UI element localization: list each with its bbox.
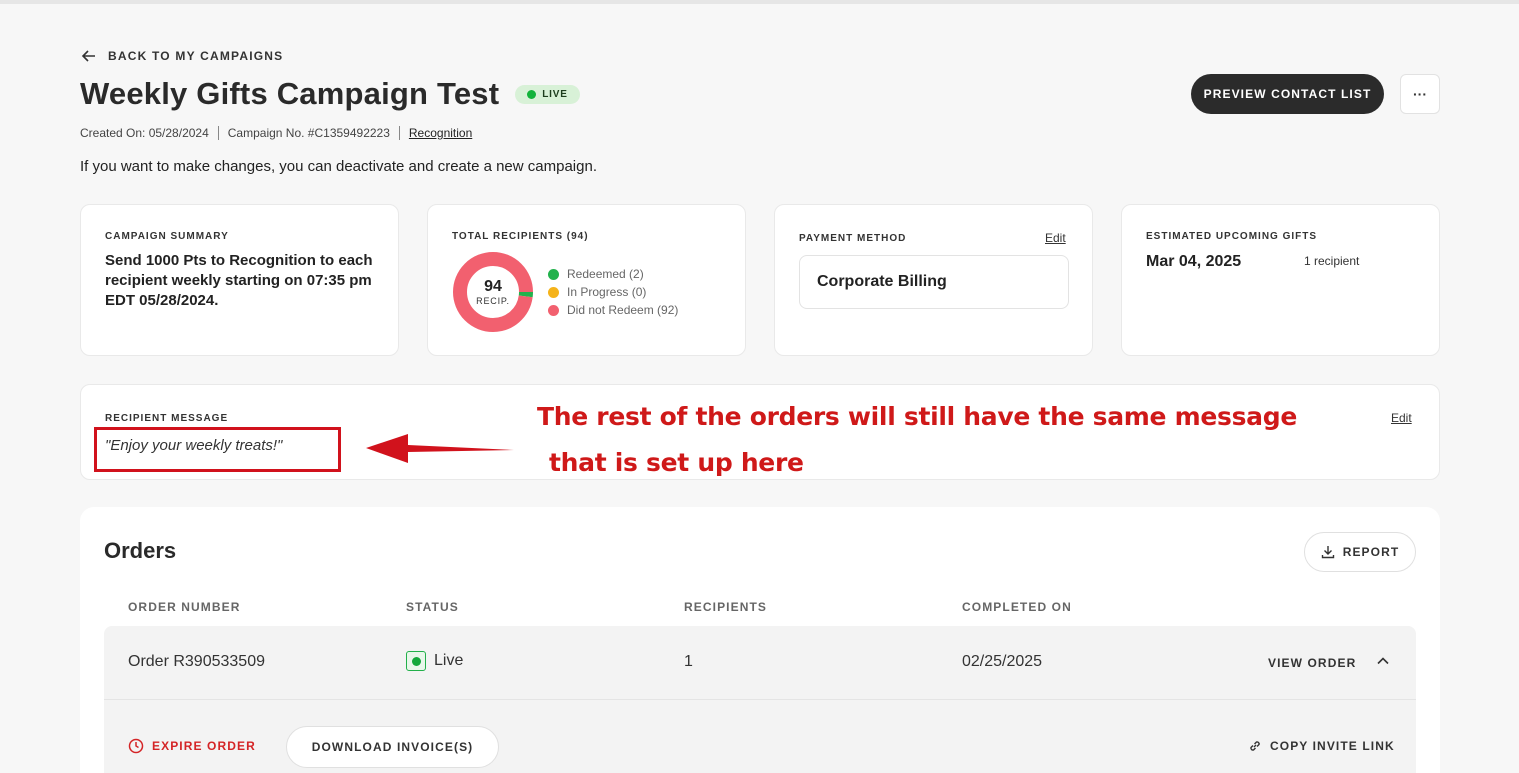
- campaign-summary-label: CAMPAIGN SUMMARY: [105, 231, 229, 242]
- donut-unit: RECIP.: [476, 296, 510, 306]
- deactivate-hint: If you want to make changes, you can dea…: [80, 158, 597, 175]
- meta-separator: [398, 126, 400, 140]
- legend-dot-icon: [548, 304, 559, 316]
- payment-method-card: PAYMENT METHOD Edit Corporate Billing: [774, 204, 1093, 356]
- status-badge: LIVE: [515, 84, 580, 104]
- annotation-line-2: that is set up here: [549, 448, 804, 477]
- order-status: Live: [406, 651, 463, 671]
- payment-method-value[interactable]: Corporate Billing: [799, 255, 1069, 309]
- chevron-up-icon[interactable]: [1376, 654, 1390, 668]
- total-recipients-label: TOTAL RECIPIENTS (94): [452, 231, 589, 242]
- copy-invite-link-button[interactable]: COPY INVITE LINK: [1248, 739, 1395, 753]
- campaign-type-link[interactable]: Recognition: [409, 126, 472, 140]
- view-order-button[interactable]: VIEW ORDER: [1268, 656, 1356, 670]
- annotation-highlight-box: [94, 427, 341, 472]
- legend-item-did-not-redeem: Did not Redeem (92): [548, 301, 678, 319]
- meta-separator: [217, 126, 219, 140]
- upcoming-gifts-label: ESTIMATED UPCOMING GIFTS: [1146, 231, 1318, 242]
- legend-item-redeemed: Redeemed (2): [548, 265, 678, 283]
- expire-order-button[interactable]: EXPIRE ORDER: [128, 738, 256, 754]
- column-header-order-number: ORDER NUMBER: [128, 600, 241, 614]
- order-detail-panel: EXPIRE ORDER DOWNLOAD INVOICE(S) COPY IN…: [104, 699, 1416, 773]
- recipients-donut-chart: 94 RECIP.: [452, 251, 534, 333]
- report-button[interactable]: REPORT: [1304, 532, 1416, 572]
- legend-dot-icon: [548, 268, 559, 280]
- report-label: REPORT: [1342, 545, 1400, 559]
- order-recipients: 1: [684, 653, 693, 670]
- annotation-line-1: The rest of the orders will still have t…: [537, 402, 1297, 431]
- ellipsis-icon: ···: [1413, 86, 1427, 102]
- legend-item-in-progress: In Progress (0): [548, 283, 678, 301]
- preview-contact-list-button[interactable]: PREVIEW CONTACT LIST: [1191, 74, 1384, 114]
- campaign-summary-card: CAMPAIGN SUMMARY Send 1000 Pts to Recogn…: [80, 204, 399, 356]
- legend-label: Did not Redeem (92): [567, 303, 679, 317]
- back-label: BACK TO MY CAMPAIGNS: [108, 49, 284, 63]
- legend-label: Redeemed (2): [567, 267, 644, 281]
- annotation-arrow-icon: [366, 434, 514, 463]
- annotation-text: The rest of the orders will still have t…: [537, 394, 1297, 486]
- link-icon: [1250, 741, 1260, 751]
- table-row[interactable]: Order R390533509 Live 1 02/25/2025 VIEW …: [104, 626, 1416, 699]
- recipients-legend: Redeemed (2) In Progress (0) Did not Red…: [548, 265, 678, 319]
- upcoming-gifts-card: ESTIMATED UPCOMING GIFTS Mar 04, 2025 1 …: [1121, 204, 1440, 356]
- download-icon: [1321, 546, 1334, 559]
- campaign-meta: Created On: 05/28/2024 Campaign No. #C13…: [80, 126, 472, 140]
- donut-total: 94: [484, 278, 502, 295]
- total-recipients-card: TOTAL RECIPIENTS (94) 94 RECIP. Redeemed…: [427, 204, 746, 356]
- upcoming-gift-count: 1 recipient: [1304, 254, 1360, 268]
- more-options-button[interactable]: ···: [1400, 74, 1440, 114]
- arrow-left-icon: [81, 50, 95, 62]
- created-on: Created On: 05/28/2024: [80, 126, 209, 140]
- campaign-number: Campaign No. #C1359492223: [227, 126, 390, 140]
- message-edit-link[interactable]: Edit: [1391, 411, 1412, 425]
- order-status-label: Live: [434, 652, 464, 670]
- live-dot-icon: [527, 89, 537, 99]
- legend-label: In Progress (0): [567, 285, 647, 299]
- column-header-recipients: RECIPIENTS: [684, 600, 768, 614]
- payment-edit-link[interactable]: Edit: [1045, 231, 1066, 245]
- column-header-status: STATUS: [406, 600, 459, 614]
- payment-method-label: PAYMENT METHOD: [799, 233, 907, 244]
- campaign-summary-text: Send 1000 Pts to Recognition to each rec…: [105, 252, 373, 309]
- copy-invite-link-label: COPY INVITE LINK: [1270, 739, 1395, 753]
- donut-center: 94 RECIP.: [452, 251, 534, 333]
- live-status-icon: [406, 651, 426, 671]
- top-divider: [0, 0, 1519, 4]
- upcoming-gift-date: Mar 04, 2025: [1146, 253, 1242, 270]
- recipient-message-label: RECIPIENT MESSAGE: [105, 413, 229, 424]
- orders-card: Orders REPORT ORDER NUMBER STATUS RECIPI…: [80, 507, 1440, 773]
- page-title: Weekly Gifts Campaign Test: [80, 76, 500, 111]
- title-row: Weekly Gifts Campaign Test LIVE: [80, 76, 580, 112]
- clock-icon: [128, 738, 144, 754]
- orders-title: Orders: [104, 538, 177, 563]
- expire-order-label: EXPIRE ORDER: [152, 739, 256, 753]
- column-header-completed-on: COMPLETED ON: [962, 600, 1072, 614]
- status-badge-label: LIVE: [542, 88, 568, 100]
- order-completed-on: 02/25/2025: [962, 653, 1043, 670]
- download-invoice-button[interactable]: DOWNLOAD INVOICE(S): [286, 726, 499, 768]
- back-to-campaigns-link[interactable]: BACK TO MY CAMPAIGNS: [80, 47, 283, 65]
- legend-dot-icon: [548, 286, 559, 298]
- order-number: Order R390533509: [128, 653, 265, 670]
